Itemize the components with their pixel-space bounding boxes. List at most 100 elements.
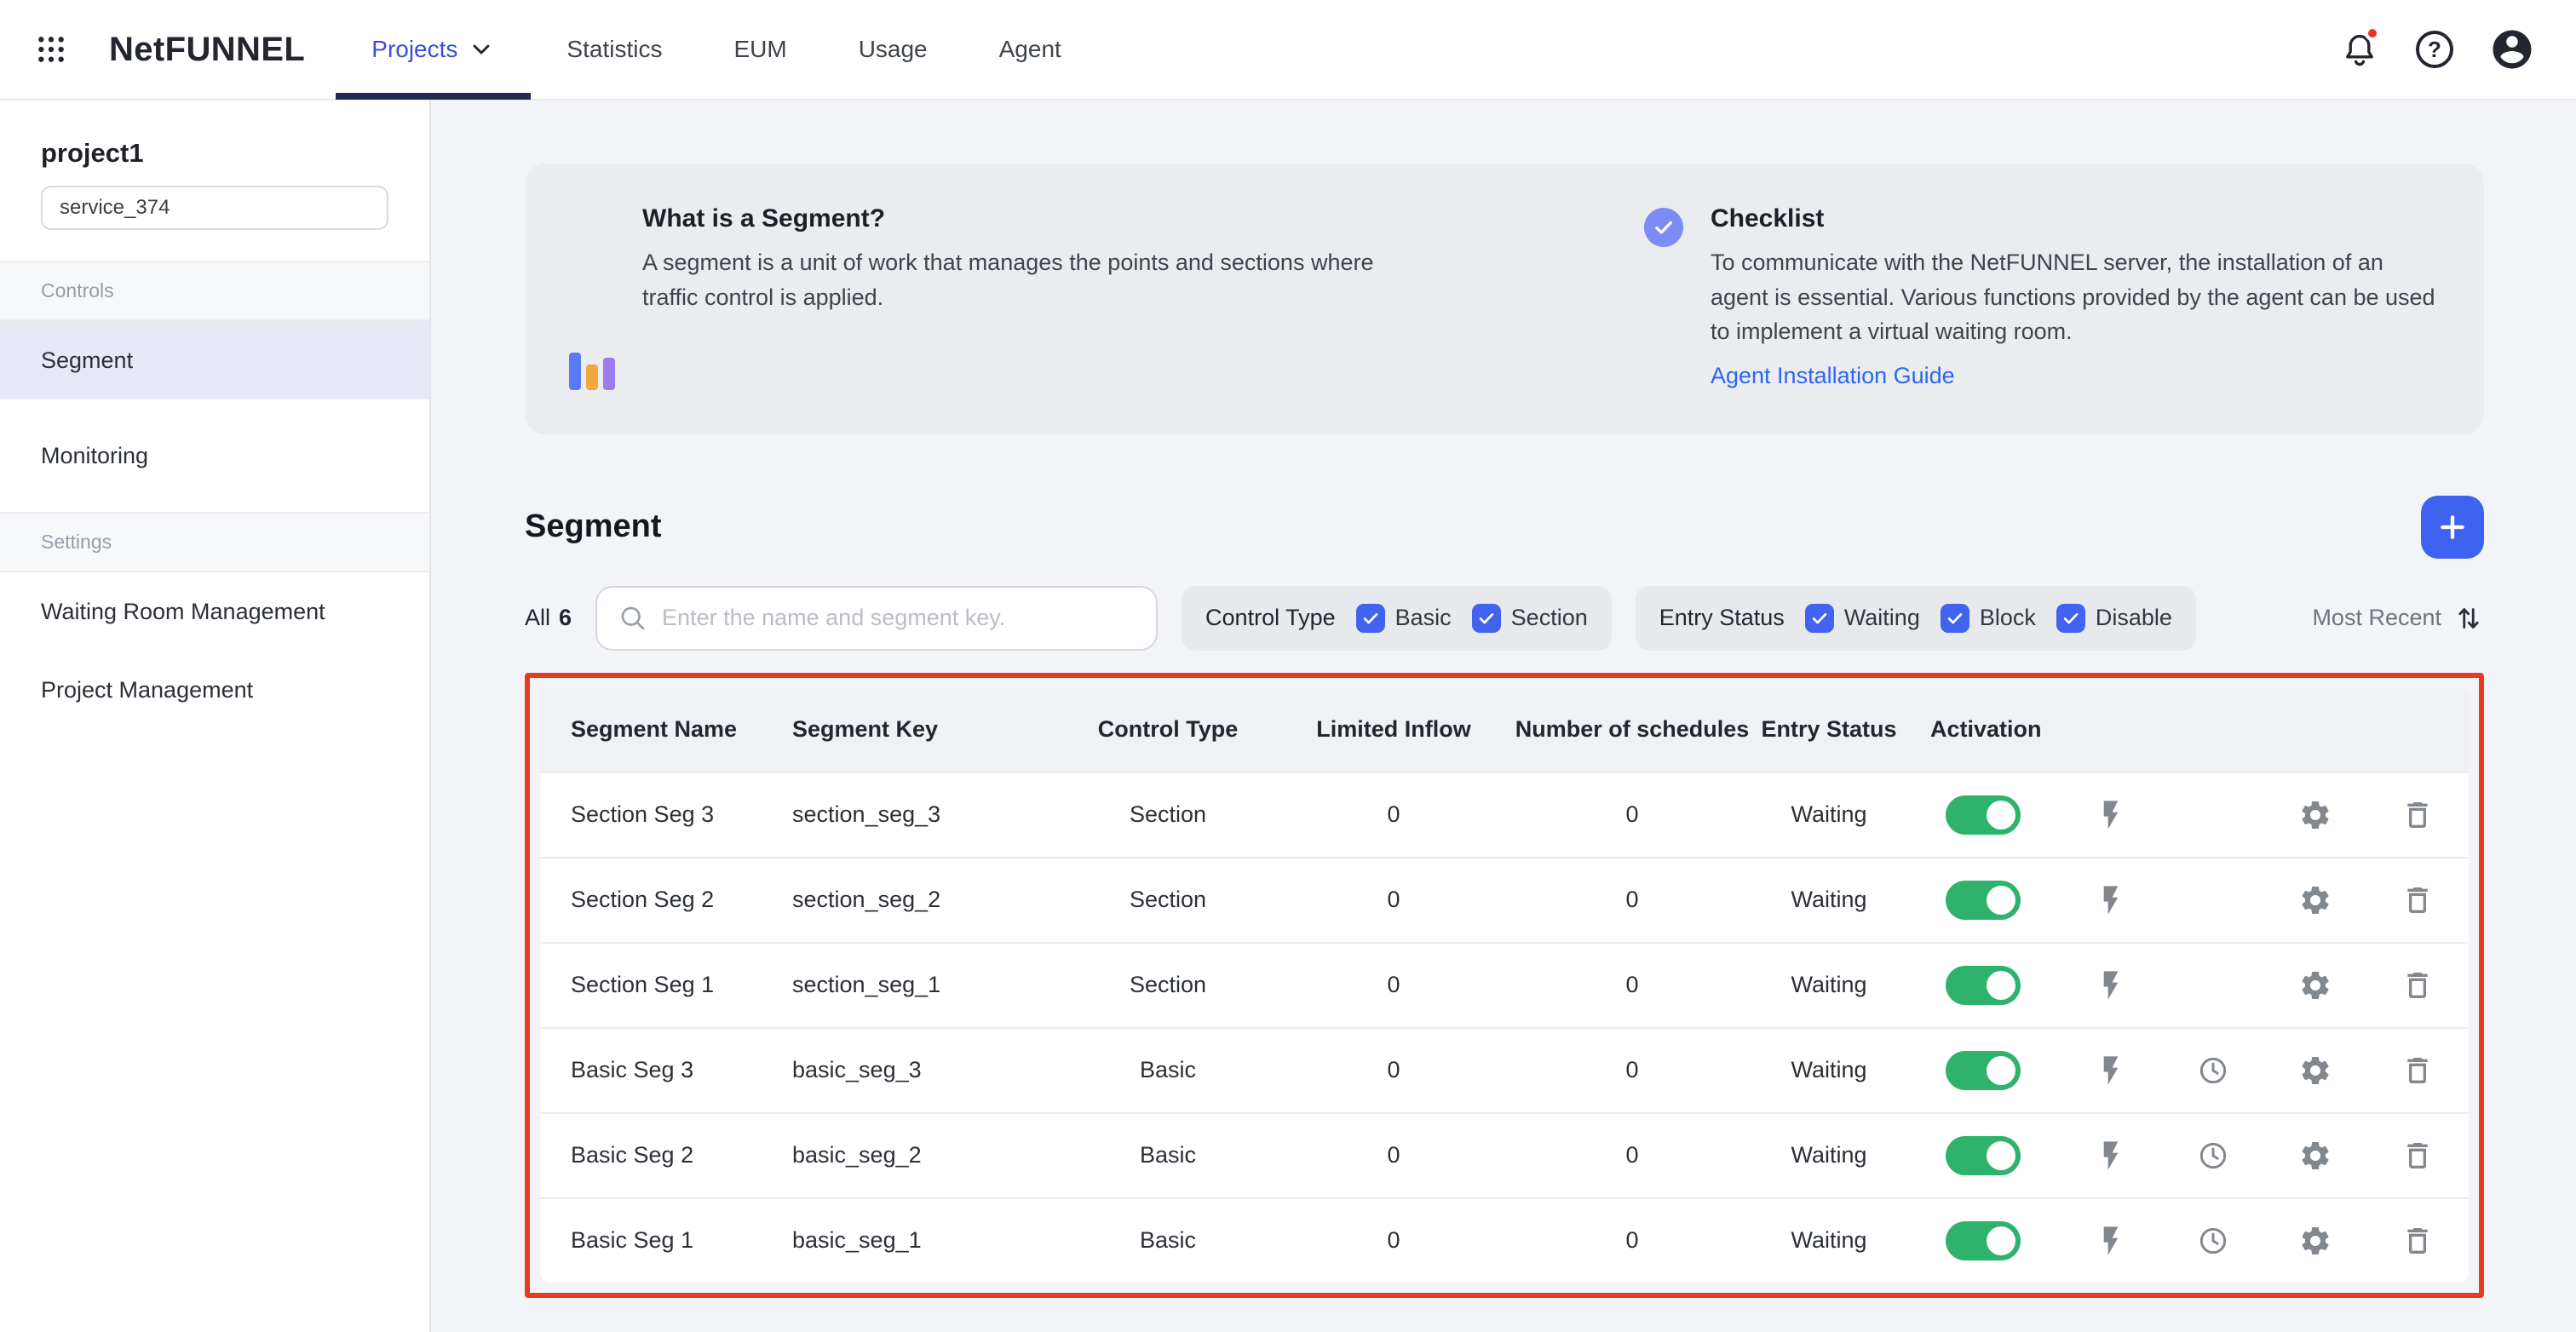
control-type-cell: Basic (1139, 1142, 1197, 1168)
bolt-icon[interactable] (2094, 968, 2128, 1002)
segment-table: Segment Name Segment Key Control Type Li… (540, 687, 2469, 1283)
checklist-card: Checklist To communicate with the NetFUN… (1644, 204, 2440, 390)
sidebar-item-waiting-room[interactable]: Waiting Room Management (0, 572, 429, 651)
sidebar-item-monitoring[interactable]: Monitoring (0, 416, 429, 495)
activation-toggle[interactable] (1946, 1050, 2021, 1090)
search-box (595, 585, 1159, 651)
checkbox-label: Basic (1394, 605, 1452, 630)
agent-installation-guide-link[interactable]: Agent Installation Guide (1711, 363, 1955, 389)
bolt-icon[interactable] (2094, 1054, 2128, 1088)
trash-icon[interactable] (2401, 798, 2435, 832)
activation-toggle[interactable] (1946, 1135, 2021, 1175)
gear-icon[interactable] (2298, 798, 2332, 832)
activation-toggle[interactable] (1946, 795, 2021, 835)
activation-toggle[interactable] (1946, 1220, 2021, 1260)
notifications-bell-icon[interactable] (2339, 26, 2380, 70)
toggle-knob (1987, 1226, 2015, 1255)
app-grid-icon[interactable] (34, 32, 68, 66)
sort-arrows-icon (2453, 603, 2484, 634)
clock-icon[interactable] (2196, 1139, 2230, 1173)
add-segment-button[interactable] (2421, 495, 2484, 559)
segment-count: 6 (559, 605, 572, 630)
clock-icon[interactable] (2196, 1054, 2230, 1088)
gear-icon[interactable] (2298, 883, 2332, 917)
page-title: Segment (525, 508, 662, 544)
nav-agent[interactable]: Agent (963, 0, 1097, 100)
limited-inflow-cell: 0 (1387, 972, 1400, 997)
clock-icon[interactable] (2196, 1224, 2230, 1258)
checkbox-disable[interactable]: Disable (2056, 603, 2172, 633)
entry-status-cell: Waiting (1791, 972, 1867, 997)
bolt-icon[interactable] (2094, 1224, 2128, 1258)
bolt-icon[interactable] (2094, 1139, 2128, 1173)
project-name: project1 (41, 138, 144, 168)
nav-projects[interactable]: Projects (336, 0, 531, 100)
segment-name-cell: Section Seg 3 (571, 801, 715, 827)
notification-badge (2365, 26, 2380, 41)
trash-icon[interactable] (2401, 1224, 2435, 1258)
sidebar-item-project-management[interactable]: Project Management (0, 651, 429, 729)
trash-icon[interactable] (2401, 1054, 2435, 1088)
checkbox-checked-icon (1355, 603, 1385, 633)
top-navbar: NetFUNNEL Projects Statistics EUM Usage … (0, 0, 2576, 100)
gear-icon[interactable] (2298, 1054, 2332, 1088)
entry-status-filter: Entry Status Waiting Block Disable (1635, 585, 2196, 651)
activation-toggle[interactable] (1946, 880, 2021, 920)
trash-icon[interactable] (2401, 883, 2435, 917)
entry-status-filter-label: Entry Status (1659, 605, 1785, 630)
service-select[interactable]: service_374 (41, 186, 388, 230)
segment-name-cell: Basic Seg 1 (571, 1227, 694, 1253)
gear-icon[interactable] (2298, 1139, 2332, 1173)
column-header: Limited Inflow (1316, 715, 1471, 742)
checkbox-label: Block (1979, 605, 2036, 630)
checkbox-block[interactable]: Block (1940, 603, 2036, 633)
bolt-icon[interactable] (2094, 883, 2128, 917)
filter-bar: All 6 Control Type Basic Section Entry (525, 585, 2484, 651)
schedules-cell: 0 (1625, 801, 1639, 827)
checkbox-waiting[interactable]: Waiting (1804, 603, 1920, 633)
checkbox-label: Waiting (1843, 605, 1920, 630)
schedules-cell: 0 (1625, 1057, 1639, 1082)
checkbox-basic[interactable]: Basic (1355, 603, 1452, 633)
entry-status-cell: Waiting (1791, 1057, 1867, 1082)
segment-name-cell: Basic Seg 2 (571, 1142, 694, 1168)
nav-eum[interactable]: EUM (698, 0, 822, 100)
chevron-down-icon (468, 36, 495, 63)
gear-icon[interactable] (2298, 1224, 2332, 1258)
segment-columns-icon (569, 208, 615, 390)
search-icon (618, 603, 648, 634)
table-row: Basic Seg 3 basic_seg_3 Basic 0 0 Waitin… (540, 1026, 2469, 1112)
gear-icon[interactable] (2298, 968, 2332, 1002)
netfunnel-logo[interactable]: NetFUNNEL (109, 31, 305, 69)
nav-statistics[interactable]: Statistics (531, 0, 698, 100)
segment-key-cell: section_seg_2 (792, 887, 941, 912)
account-avatar-icon[interactable] (2489, 26, 2535, 72)
activation-toggle[interactable] (1946, 965, 2021, 1005)
trash-icon[interactable] (2401, 968, 2435, 1002)
search-input[interactable] (662, 605, 1136, 631)
column-header: Activation (1930, 715, 2042, 742)
segment-info-body: A segment is a unit of work that manages… (642, 250, 1374, 310)
limited-inflow-cell: 0 (1387, 1142, 1400, 1168)
checkbox-checked-icon (2056, 603, 2085, 633)
segment-key-cell: basic_seg_3 (792, 1057, 922, 1082)
segment-name-cell: Basic Seg 3 (571, 1057, 694, 1082)
entry-status-cell: Waiting (1791, 1227, 1867, 1253)
nav-usage[interactable]: Usage (823, 0, 963, 100)
help-icon[interactable]: ? (2416, 31, 2453, 68)
sort-control[interactable]: Most Recent (2312, 603, 2484, 634)
all-label: All (525, 605, 551, 630)
nav-label: Agent (998, 36, 1061, 62)
sidebar-item-segment[interactable]: Segment (0, 321, 429, 399)
bolt-icon[interactable] (2094, 798, 2128, 832)
segment-key-cell: section_seg_1 (792, 972, 941, 997)
schedules-cell: 0 (1625, 1142, 1639, 1168)
trash-icon[interactable] (2401, 1139, 2435, 1173)
checklist-check-icon (1644, 208, 1683, 247)
all-count: All 6 (525, 605, 572, 631)
table-row: Basic Seg 2 basic_seg_2 Basic 0 0 Waitin… (540, 1111, 2469, 1197)
control-type-cell: Basic (1139, 1227, 1197, 1253)
main-content: What is a Segment? A segment is a unit o… (431, 100, 2576, 1332)
checkbox-section[interactable]: Section (1471, 603, 1588, 633)
checklist-title: Checklist (1711, 204, 1825, 233)
